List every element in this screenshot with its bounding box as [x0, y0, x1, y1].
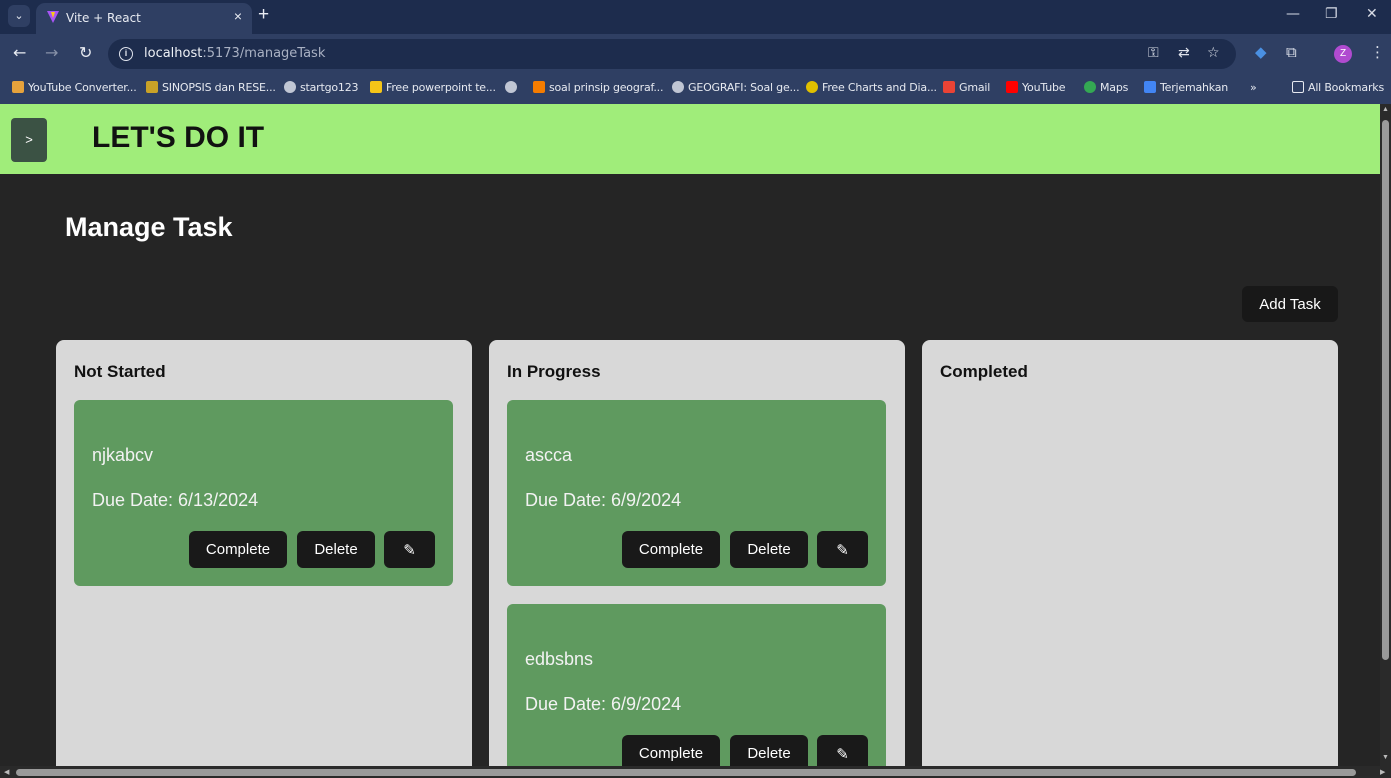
- address-bar[interactable]: i localhost:5173/manageTask ⚿ ⇄ ☆: [108, 39, 1236, 69]
- youtube-icon: [1006, 81, 1018, 93]
- browser-menu-icon[interactable]: ⋮: [1370, 43, 1385, 61]
- restore-icon[interactable]: ❐: [1325, 6, 1338, 22]
- forward-icon[interactable]: →: [45, 43, 58, 62]
- browser-toolbar: ← → ↻ i localhost:5173/manageTask ⚿ ⇄ ☆ …: [0, 34, 1391, 74]
- task-due-date: Due Date: 6/9/2024: [525, 490, 682, 510]
- add-task-button[interactable]: Add Task: [1242, 286, 1338, 322]
- profile-avatar[interactable]: Z: [1334, 45, 1352, 63]
- back-icon[interactable]: ←: [13, 43, 26, 62]
- task-name: njkabcv: [92, 445, 154, 465]
- bookmark-item[interactable]: Terjemahkan: [1144, 81, 1228, 94]
- bookmark-favicon-icon: [806, 81, 818, 93]
- task-name: edbsbns: [525, 649, 594, 669]
- bookmark-star-icon[interactable]: ☆: [1207, 45, 1220, 61]
- bookmark-item[interactable]: soal prinsip geograf...: [533, 81, 663, 94]
- page-title: Manage Task: [65, 212, 233, 242]
- extension-icon[interactable]: ◆: [1255, 43, 1267, 61]
- task-card: njkabcv Due Date: 6/13/2024 Complete Del…: [74, 400, 453, 586]
- translate-icon[interactable]: ⇄: [1178, 45, 1190, 61]
- url-path: :5173/manageTask: [202, 46, 326, 61]
- extensions-puzzle-icon[interactable]: ⧉: [1286, 43, 1297, 61]
- task-due-date: Due Date: 6/13/2024: [92, 490, 259, 510]
- folder-icon: [1292, 81, 1304, 93]
- sidebar-toggle-button[interactable]: >: [11, 118, 47, 162]
- maps-icon: [1084, 81, 1096, 93]
- bookmarks-more-icon[interactable]: »: [1250, 81, 1257, 94]
- edit-pencil-icon[interactable]: ✎: [817, 735, 868, 770]
- reload-icon[interactable]: ↻: [79, 43, 92, 62]
- bookmark-favicon-icon: [146, 81, 158, 93]
- password-key-icon[interactable]: ⚿: [1148, 45, 1159, 61]
- tab-title: Vite + React: [66, 11, 141, 25]
- edit-pencil-icon[interactable]: ✎: [817, 531, 868, 568]
- task-card: edbsbns Due Date: 6/9/2024 Complete Dele…: [507, 604, 886, 770]
- minimize-icon[interactable]: —: [1286, 6, 1300, 22]
- bookmark-favicon-icon: [12, 81, 24, 93]
- delete-button[interactable]: Delete: [297, 531, 375, 568]
- column-completed: Completed: [922, 340, 1338, 770]
- scroll-left-icon[interactable]: ◀: [4, 768, 9, 776]
- bookmark-item[interactable]: YouTube: [1006, 81, 1066, 94]
- app-header: > LET'S DO IT: [0, 104, 1380, 174]
- tab-close-icon[interactable]: ×: [234, 8, 242, 24]
- column-title: In Progress: [507, 362, 601, 381]
- complete-button[interactable]: Complete: [622, 735, 720, 770]
- close-window-icon[interactable]: ✕: [1366, 6, 1378, 22]
- globe-icon: [505, 81, 517, 93]
- url-host: localhost: [144, 46, 203, 61]
- gmail-icon: [943, 81, 955, 93]
- bookmark-item[interactable]: YouTube Converter...: [12, 81, 137, 94]
- translate-favicon-icon: [1144, 81, 1156, 93]
- bookmark-favicon-icon: [370, 81, 382, 93]
- bookmark-item[interactable]: startgo123: [284, 81, 359, 94]
- bookmark-item[interactable]: Free powerpoint te...: [370, 81, 496, 94]
- task-name: ascca: [525, 445, 573, 465]
- column-in-progress: In Progress ascca Due Date: 6/9/2024 Com…: [489, 340, 905, 770]
- bookmark-favicon-icon: [284, 81, 296, 93]
- task-due-date: Due Date: 6/9/2024: [525, 694, 682, 714]
- bookmark-item[interactable]: GEOGRAFI: Soal ge...: [672, 81, 800, 94]
- bookmarks-bar: YouTube Converter... SINOPSIS dan RESE..…: [0, 74, 1391, 104]
- complete-button[interactable]: Complete: [189, 531, 287, 568]
- vite-logo-icon: [47, 11, 59, 23]
- column-title: Not Started: [74, 362, 166, 381]
- new-tab-button[interactable]: +: [258, 4, 269, 26]
- edit-pencil-icon[interactable]: ✎: [384, 531, 435, 568]
- bookmark-globe-icon[interactable]: [505, 81, 521, 94]
- scroll-down-icon[interactable]: ▼: [1382, 754, 1389, 761]
- vertical-scroll-thumb[interactable]: [1382, 120, 1389, 660]
- vertical-scrollbar[interactable]: ▲ ▼: [1380, 104, 1391, 766]
- complete-button[interactable]: Complete: [622, 531, 720, 568]
- app-title: LET'S DO IT: [92, 121, 265, 154]
- scroll-up-icon[interactable]: ▲: [1382, 106, 1389, 113]
- delete-button[interactable]: Delete: [730, 531, 808, 568]
- browser-tab[interactable]: Vite + React ×: [36, 3, 252, 34]
- column-title: Completed: [940, 362, 1028, 381]
- url-text: localhost:5173/manageTask: [144, 46, 325, 61]
- all-bookmarks-button[interactable]: All Bookmarks: [1292, 81, 1384, 94]
- bookmark-item[interactable]: Free Charts and Dia...: [806, 81, 937, 94]
- tab-search-chevron-icon[interactable]: ⌄: [8, 5, 30, 27]
- bookmark-item[interactable]: SINOPSIS dan RESE...: [146, 81, 276, 94]
- site-info-icon[interactable]: i: [119, 47, 133, 61]
- task-card: ascca Due Date: 6/9/2024 Complete Delete…: [507, 400, 886, 586]
- column-not-started: Not Started njkabcv Due Date: 6/13/2024 …: [56, 340, 472, 770]
- delete-button[interactable]: Delete: [730, 735, 808, 770]
- scroll-right-icon[interactable]: ▶: [1380, 768, 1385, 776]
- bookmark-item[interactable]: Gmail: [943, 81, 990, 94]
- bookmark-item[interactable]: Maps: [1084, 81, 1128, 94]
- bookmark-favicon-icon: [672, 81, 684, 93]
- horizontal-scroll-thumb[interactable]: [16, 769, 1356, 776]
- browser-tab-bar: ⌄ Vite + React × + — ❐ ✕: [0, 0, 1391, 34]
- bookmark-favicon-icon: [533, 81, 545, 93]
- horizontal-scrollbar[interactable]: ◀ ▶: [0, 766, 1391, 778]
